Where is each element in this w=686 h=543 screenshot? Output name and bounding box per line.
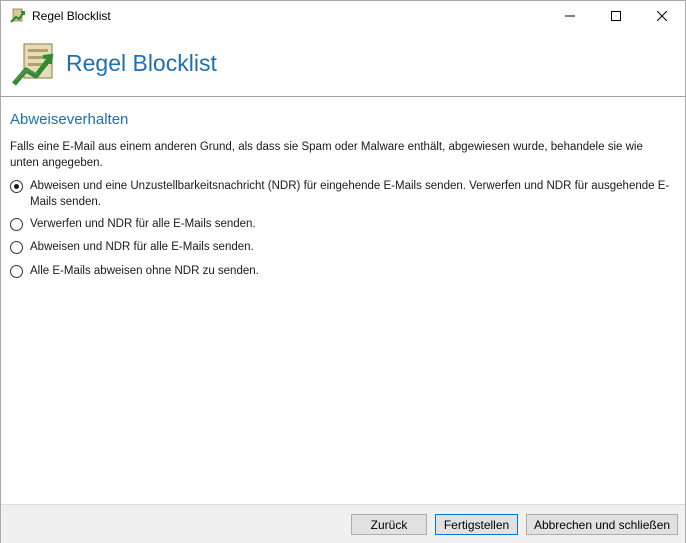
maximize-icon [611,11,621,21]
radio-label: Alle E-Mails abweisen ohne NDR zu senden… [30,265,259,277]
section-title: Abweiseverhalten [10,111,129,128]
title-bar: Regel Blocklist [1,1,685,31]
section-description: Falls eine E-Mail aus einem anderen Grun… [10,141,643,169]
radio-option-reject-no-ndr[interactable]: Alle E-Mails abweisen ohne NDR zu senden… [10,263,675,279]
window-title: Regel Blocklist [32,9,111,23]
radio-button[interactable] [10,241,23,254]
rule-icon [10,40,58,88]
app-icon [10,8,26,24]
radio-option-discard-ndr-all[interactable]: Verwerfen und NDR für alle E-Mails sende… [10,216,675,232]
header-title: Regel Blocklist [66,50,217,76]
radio-label: Abweisen und eine Unzustellbarkeitsnachr… [30,180,670,208]
minimize-icon [565,15,575,17]
radio-button[interactable] [10,265,23,278]
back-button[interactable]: Zurück [351,514,427,535]
radio-button[interactable] [10,180,23,193]
finish-button[interactable]: Fertigstellen [435,514,518,535]
radio-label: Abweisen und NDR für alle E-Mails senden… [30,241,254,253]
radio-option-reject-ndr-all[interactable]: Abweisen und NDR für alle E-Mails senden… [10,239,675,255]
radio-option-reject-ndr-inbound[interactable]: Abweisen und eine Unzustellbarkeitsnachr… [10,178,675,210]
maximize-button[interactable] [593,1,639,31]
radio-label: Verwerfen und NDR für alle E-Mails sende… [30,218,256,230]
close-icon [657,11,667,21]
dialog-footer: Zurück Fertigstellen Abbrechen und schli… [1,504,685,543]
cancel-and-close-button[interactable]: Abbrechen und schließen [526,514,678,535]
close-button[interactable] [639,1,685,31]
header-banner: Regel Blocklist [1,31,685,97]
dialog-window: Regel Blocklist Regel Blocklist Abweisev… [0,0,686,543]
minimize-button[interactable] [547,1,593,31]
radio-button[interactable] [10,218,23,231]
